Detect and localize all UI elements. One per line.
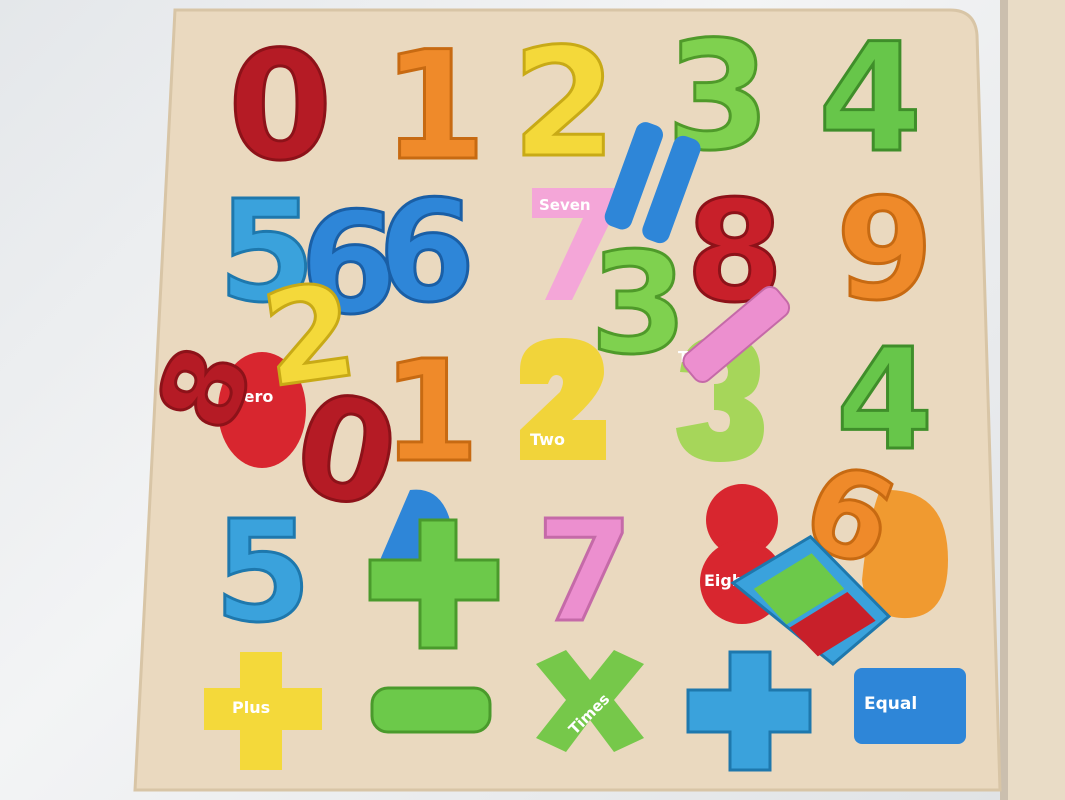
piece-zero[interactable]: 0 xyxy=(227,19,334,196)
piece-three-loose[interactable]: 3 xyxy=(589,222,689,388)
hole-equal: Equal xyxy=(854,668,966,744)
piece-one-loose[interactable]: 1 xyxy=(381,330,481,496)
label-equal: Equal xyxy=(864,694,917,714)
number-puzzle-photo: Zero Seven Two Three Eight Plus Times Eq… xyxy=(131,0,1065,800)
piece-nine[interactable]: 9 xyxy=(835,168,935,334)
piece-seven[interactable]: 7 xyxy=(535,490,635,656)
piece-four[interactable]: 4 xyxy=(817,11,924,188)
label-seven: Seven xyxy=(539,196,591,214)
piece-one[interactable]: 1 xyxy=(381,19,488,196)
piece-minus[interactable] xyxy=(370,686,492,734)
label-plus: Plus xyxy=(232,698,270,717)
piece-six-b[interactable]: 6 xyxy=(377,170,477,336)
second-board-shadow xyxy=(1000,0,1008,800)
piece-two[interactable]: 2 xyxy=(511,16,618,193)
label-two: Two xyxy=(530,430,565,449)
piece-five-loose[interactable]: 5 xyxy=(213,490,313,656)
second-board-edge xyxy=(1005,0,1065,800)
